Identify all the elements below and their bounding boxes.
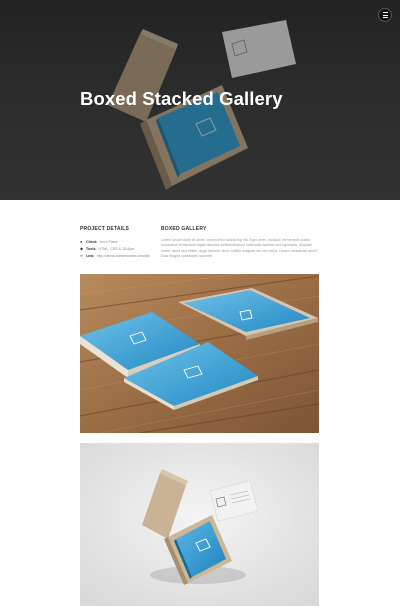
detail-row-link[interactable]: ∞ Link: http://demo.contentwriter.com/si… [80,252,160,259]
gallery-description-text: Lorem ipsum dolor sit amet, consectetur … [161,238,319,259]
gallery-heading: BOXED GALLERY [161,226,207,232]
detail-value: HTML, CSS & JS/Ajax [98,246,135,251]
menu-button[interactable] [378,8,392,22]
detail-label: Link: [86,253,95,258]
detail-row-client: ● Client: Jon's Place [80,238,160,245]
project-details-heading: PROJECT DETAILS [80,226,130,232]
box-mockup [80,443,319,606]
detail-value: Jon's Place [99,239,118,244]
project-details: PROJECT DETAILS ● Client: Jon's Place ◆ … [80,226,160,259]
gallery-description: BOXED GALLERY Lorem ipsum dolor sit amet… [161,226,319,260]
hamburger-icon [382,12,388,19]
gallery-image-1[interactable] [80,274,319,433]
hero-banner: Boxed Stacked Gallery [0,0,400,200]
detail-label: Client: [86,239,98,244]
detail-link[interactable]: http://demo.contentwriter.com/site [97,254,151,258]
detail-row-tools: ◆ Tools: HTML, CSS & JS/Ajax [80,245,160,252]
wood-table-mockup [80,274,319,433]
project-details-section: PROJECT DETAILS ● Client: Jon's Place ◆ … [80,226,320,266]
detail-label: Tools: [86,246,97,251]
gallery-image-2[interactable] [80,443,319,606]
page-title: Boxed Stacked Gallery [80,88,283,109]
